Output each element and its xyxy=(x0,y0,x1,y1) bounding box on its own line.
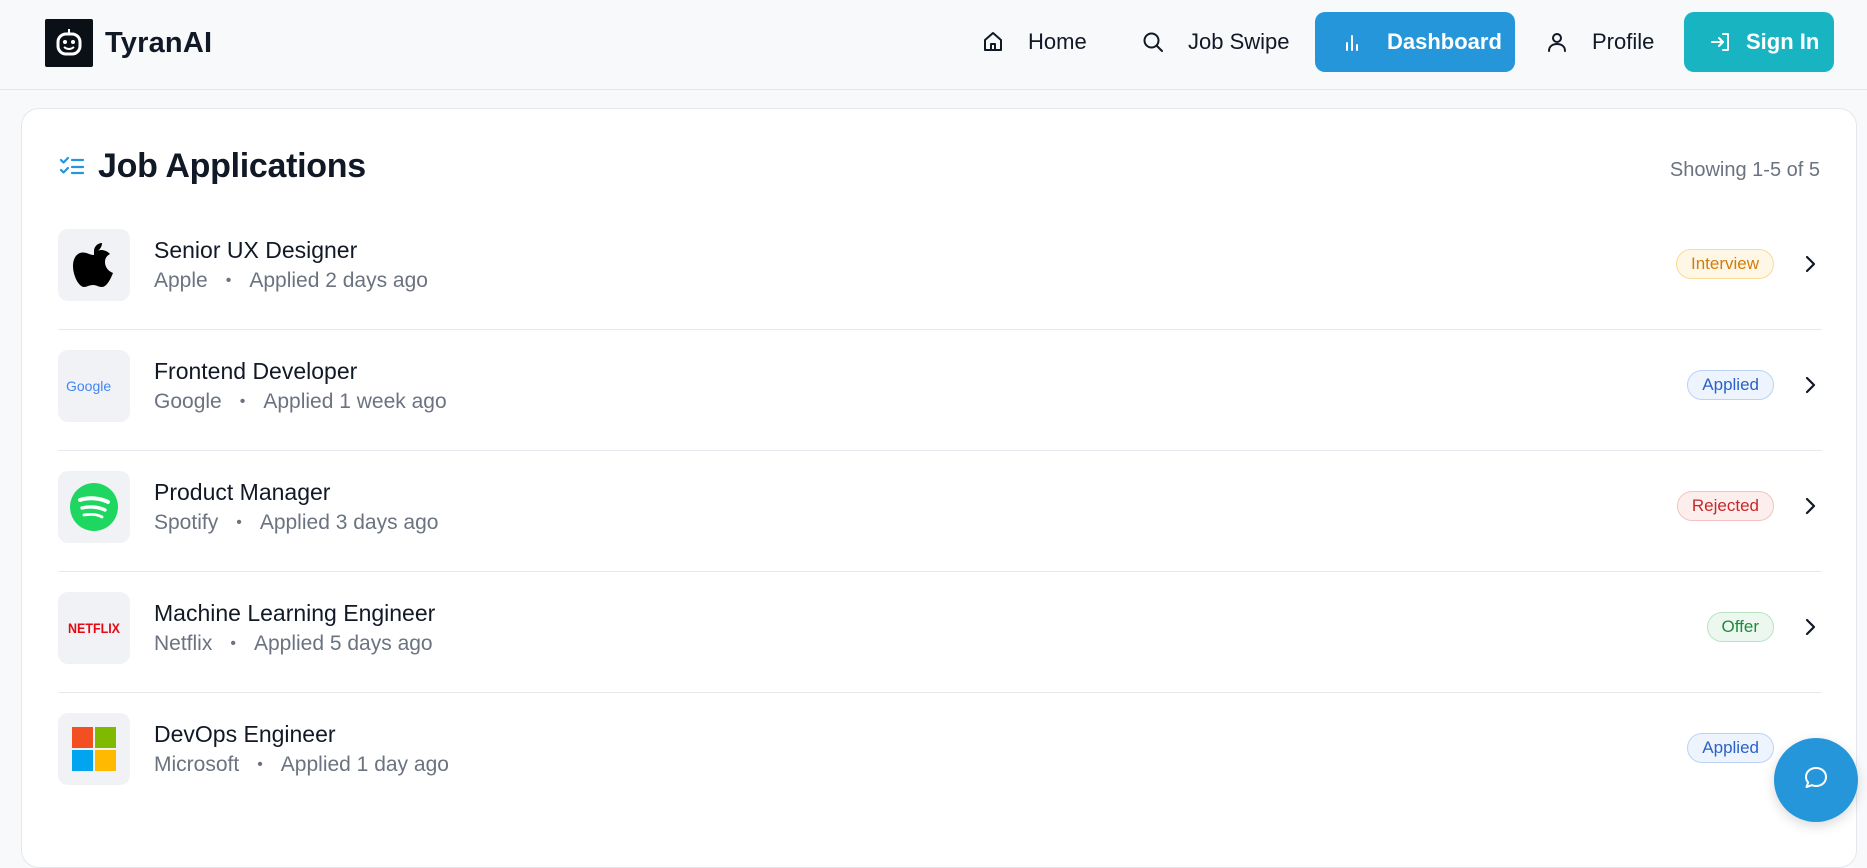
company-name: Google xyxy=(154,390,222,413)
netflix-logo: NETFLIX xyxy=(58,592,130,664)
status-badge: Interview xyxy=(1675,249,1774,279)
job-meta: Netflix • Applied 5 days ago xyxy=(154,632,433,656)
section-header: Job Applications xyxy=(58,147,366,186)
nav-job-swipe-label: Job Swipe xyxy=(1188,29,1290,54)
nav-dashboard[interactable]: Dashboard xyxy=(1315,12,1515,72)
application-row[interactable]: Google Frontend Developer Google • Appli… xyxy=(58,330,1822,451)
chevron-right-icon[interactable] xyxy=(1798,493,1822,519)
sign-in-button[interactable]: Sign In xyxy=(1684,12,1834,72)
job-meta: Apple • Applied 2 days ago xyxy=(154,269,428,293)
nav-profile[interactable]: Profile xyxy=(1544,12,1654,72)
applied-date: Applied 1 day ago xyxy=(280,753,449,776)
company-name: Apple xyxy=(154,269,208,292)
job-title: Senior UX Designer xyxy=(154,237,358,263)
nav-home-label: Home xyxy=(1028,29,1087,54)
applied-date: Applied 1 week ago xyxy=(263,390,447,413)
nav-dashboard-label: Dashboard xyxy=(1387,29,1502,54)
status-badge: Offer xyxy=(1706,612,1774,642)
nav-home[interactable]: Home xyxy=(980,12,1087,72)
google-logo-text: Google xyxy=(66,378,111,394)
status-badge: Rejected xyxy=(1676,491,1774,521)
spotify-logo xyxy=(58,471,130,543)
top-navigation-bar: TyranAI Home Job Swipe Dashboard Profile… xyxy=(0,0,1867,90)
search-icon xyxy=(1140,29,1166,55)
chat-button[interactable] xyxy=(1774,738,1858,822)
job-title: Machine Learning Engineer xyxy=(154,600,436,626)
job-title: Product Manager xyxy=(154,479,331,505)
job-meta: Spotify • Applied 3 days ago xyxy=(154,511,438,535)
chevron-right-icon[interactable] xyxy=(1798,251,1822,277)
job-title: DevOps Engineer xyxy=(154,721,336,747)
netflix-logo-text: NETFLIX xyxy=(68,620,121,636)
brand[interactable]: TyranAI xyxy=(45,18,212,68)
login-icon xyxy=(1708,29,1734,55)
status-badge: Applied xyxy=(1687,370,1774,400)
nav-profile-label: Profile xyxy=(1592,29,1655,54)
robot-face-icon xyxy=(45,19,93,67)
application-row[interactable]: Senior UX Designer Apple • Applied 2 day… xyxy=(58,209,1822,330)
separator-dot: • xyxy=(236,514,242,531)
separator-dot: • xyxy=(257,756,263,773)
application-row[interactable]: DevOps Engineer Microsoft • Applied 1 da… xyxy=(58,693,1822,814)
separator-dot: • xyxy=(230,635,236,652)
job-applications-card: Job Applications Showing 1-5 of 5 Senior… xyxy=(21,108,1857,868)
chevron-right-icon[interactable] xyxy=(1798,372,1822,398)
sign-in-label: Sign In xyxy=(1746,29,1820,54)
application-row[interactable]: Product Manager Spotify • Applied 3 days… xyxy=(58,451,1822,572)
checklist-icon xyxy=(58,153,86,181)
job-title: Frontend Developer xyxy=(154,358,358,384)
applied-date: Applied 2 days ago xyxy=(249,269,428,292)
applications-list: Senior UX Designer Apple • Applied 2 day… xyxy=(58,209,1822,814)
apple-logo xyxy=(58,229,130,301)
home-icon xyxy=(980,29,1006,55)
chevron-right-icon[interactable] xyxy=(1798,614,1822,640)
microsoft-logo xyxy=(58,713,130,785)
pagination-summary: Showing 1-5 of 5 xyxy=(1669,159,1820,181)
separator-dot: • xyxy=(239,393,246,410)
company-name: Netflix xyxy=(154,632,213,655)
application-row[interactable]: NETFLIX Machine Learning Engineer Netfli… xyxy=(58,572,1822,693)
job-meta: Google • Applied 1 week ago xyxy=(154,390,447,414)
applied-date: Applied 5 days ago xyxy=(253,632,433,655)
google-logo: Google xyxy=(58,350,130,422)
chat-bubble-icon xyxy=(1802,764,1830,797)
bar-chart-icon xyxy=(1339,29,1365,55)
applied-date: Applied 3 days ago xyxy=(259,511,439,534)
nav-job-swipe[interactable]: Job Swipe xyxy=(1140,12,1290,72)
company-name: Spotify xyxy=(154,511,219,534)
page-title: Job Applications xyxy=(98,147,366,185)
company-name: Microsoft xyxy=(154,753,240,776)
separator-dot: • xyxy=(225,272,232,289)
user-icon xyxy=(1544,29,1570,55)
job-meta: Microsoft • Applied 1 day ago xyxy=(154,753,449,777)
brand-name: TyranAI xyxy=(105,26,213,59)
status-badge: Applied xyxy=(1687,733,1774,763)
